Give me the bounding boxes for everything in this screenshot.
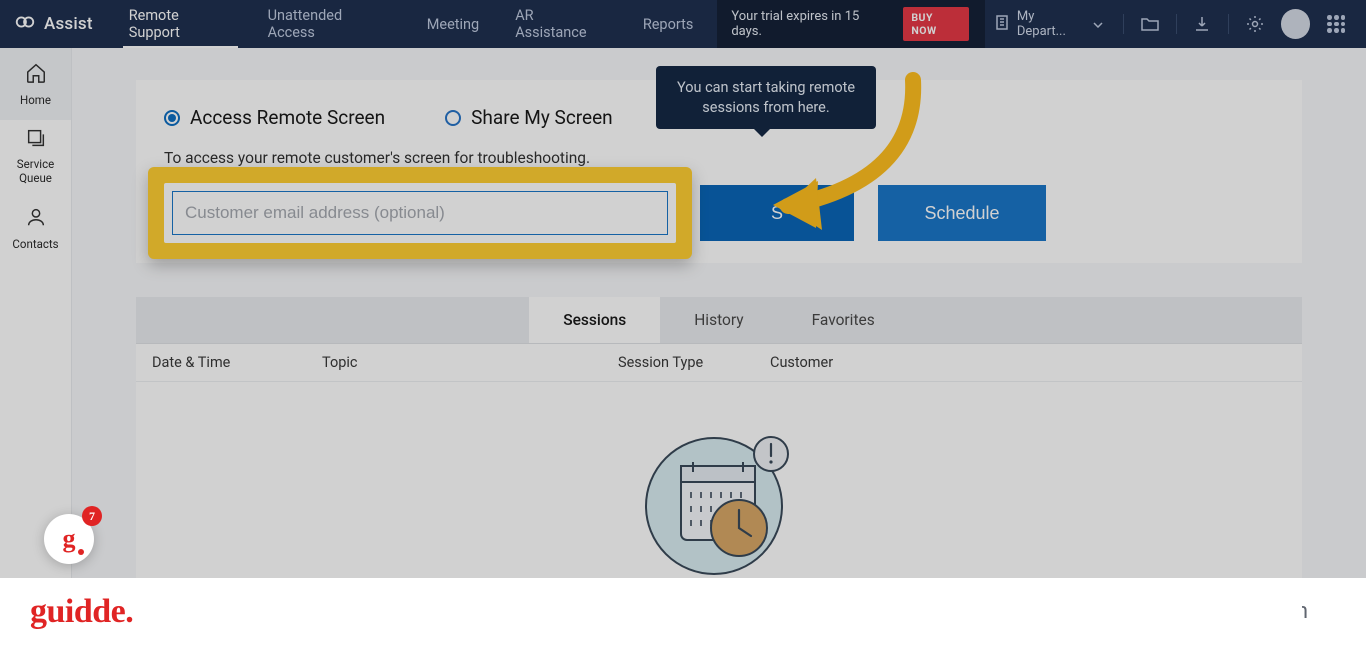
sidebar-service-queue[interactable]: Service Queue [0,120,71,192]
sidebar-contacts[interactable]: Contacts [0,192,71,264]
radio-checked-icon [164,110,180,126]
th-date-time: Date & Time [152,354,322,371]
sidebar-contacts-label: Contacts [12,237,58,251]
download-icon[interactable] [1187,8,1219,40]
tab-favorites[interactable]: Favorites [778,297,909,343]
guidde-floating-widget[interactable]: g 7 [44,514,94,564]
apps-grid-icon[interactable] [1320,8,1352,40]
radio-unchecked-icon [445,110,461,126]
schedule-button[interactable]: Schedule [878,185,1046,241]
tab-sessions[interactable]: Sessions [529,297,660,343]
radio-access-remote[interactable]: Access Remote Screen [164,106,385,129]
table-header-row: Date & Time Topic Session Type Customer [136,344,1302,382]
email-highlight-wrap [164,183,676,243]
guidde-logo: guidde. [30,593,133,631]
empty-state [136,382,1302,640]
top-nav: Assist Remote Support Unattended Access … [0,0,1366,48]
assist-logo-icon [14,11,36,37]
customer-email-input[interactable] [172,191,668,235]
nav-reports[interactable]: Reports [625,0,712,48]
session-card: Access Remote Screen Share My Screen To … [136,80,1302,263]
brand-name: Assist [44,14,93,34]
chevron-down-icon [1093,17,1103,32]
home-icon [25,62,47,87]
th-session-type: Session Type [618,354,770,371]
logo-block: Assist [0,11,111,37]
th-topic: Topic [322,354,618,371]
nav-meeting[interactable]: Meeting [409,0,497,48]
separator [1176,14,1177,34]
separator [1123,14,1124,34]
sidebar-home-label: Home [20,93,51,107]
folder-icon[interactable] [1134,8,1166,40]
radio-share-label: Share My Screen [471,106,613,129]
separator [1228,14,1229,34]
contacts-icon [25,206,47,231]
department-selector[interactable]: My Depart... [985,9,1113,39]
nav-items: Remote Support Unattended Access Meeting… [111,0,712,48]
tab-history[interactable]: History [660,297,777,343]
main-area: Access Remote Screen Share My Screen To … [72,48,1366,578]
guidde-circle-icon: g 7 [44,514,94,564]
trial-message: Your trial expires in 15 days. [731,9,891,39]
tooltip-callout: You can start taking remote sessions fro… [656,66,876,129]
callout-text: You can start taking remote sessions fro… [677,79,855,116]
start-now-button[interactable]: START NOWS [700,185,854,241]
nav-right: My Depart... [985,0,1366,48]
department-label: My Depart... [1017,9,1085,39]
empty-state-illustration [639,426,799,580]
session-subline: To access your remote customer's screen … [164,149,1274,167]
sidebar-home[interactable]: Home [0,48,71,120]
action-row: START NOWS Schedule [164,183,1274,243]
trial-block: Your trial expires in 15 days. BUY NOW [717,0,985,48]
app-wrapper: Assist Remote Support Unattended Access … [0,0,1366,578]
gear-icon[interactable] [1239,8,1271,40]
left-sidebar: Home Service Queue Contacts [0,48,72,578]
sidebar-queue-label: Service Queue [0,158,71,186]
sessions-table-wrap: Sessions History Favorites Date & Time T… [136,297,1302,640]
radio-access-label: Access Remote Screen [190,106,385,129]
building-icon [995,14,1009,34]
stack-icon [25,127,47,152]
th-customer: Customer [770,354,1286,371]
nav-remote-support[interactable]: Remote Support [111,0,250,48]
buy-now-button[interactable]: BUY NOW [903,7,969,41]
guidde-badge-count: 7 [82,506,102,526]
user-avatar[interactable] [1281,9,1311,39]
tab-strip: Sessions History Favorites [136,297,1302,344]
radio-share-screen[interactable]: Share My Screen [445,106,613,129]
nav-ar-assistance[interactable]: AR Assistance [497,0,625,48]
nav-unattended-access[interactable]: Unattended Access [250,0,409,48]
